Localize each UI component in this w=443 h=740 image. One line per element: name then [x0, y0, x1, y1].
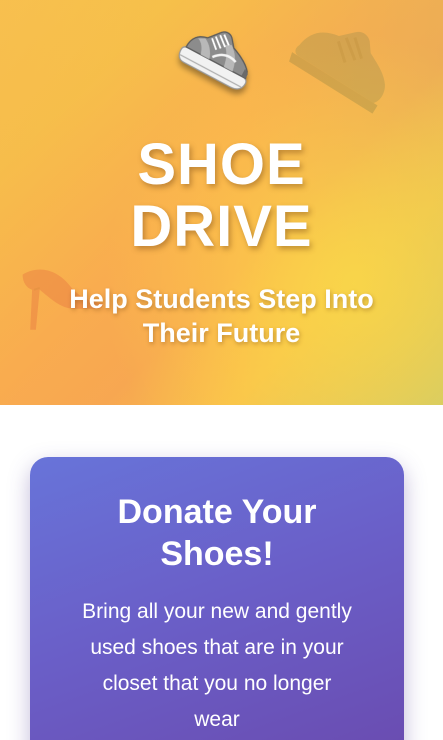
hero-subtitle: Help Students Step Into Their Future — [0, 282, 443, 350]
card-description-line: wear — [194, 708, 240, 731]
card-description-line: closet that you no longer — [102, 672, 332, 695]
donate-card: Donate Your Shoes! Bring all your new an… — [30, 457, 404, 740]
card-description-line: used shoes that are in your — [90, 636, 344, 659]
page: SHOE DRIVE Help Students Step Into Their… — [0, 0, 443, 740]
sneaker-icon — [289, 31, 385, 114]
card-description-line: Bring all your new and gently — [82, 600, 352, 623]
hero-subtitle-line: Help Students Step Into — [69, 284, 374, 314]
card-description: Bring all your new and gently used shoes… — [54, 594, 380, 738]
hero-title-line: DRIVE — [130, 194, 313, 259]
hero-banner: SHOE DRIVE Help Students Step Into Their… — [0, 0, 443, 405]
sneaker-icon — [178, 31, 248, 90]
card-title-line: Shoes! — [160, 535, 274, 573]
hero-title-line: SHOE — [137, 132, 306, 197]
card-title-line: Donate Your — [117, 493, 317, 531]
hero-title: SHOE DRIVE — [0, 134, 443, 258]
card-title: Donate Your Shoes! — [30, 491, 404, 575]
hero-subtitle-line: Their Future — [142, 318, 301, 348]
